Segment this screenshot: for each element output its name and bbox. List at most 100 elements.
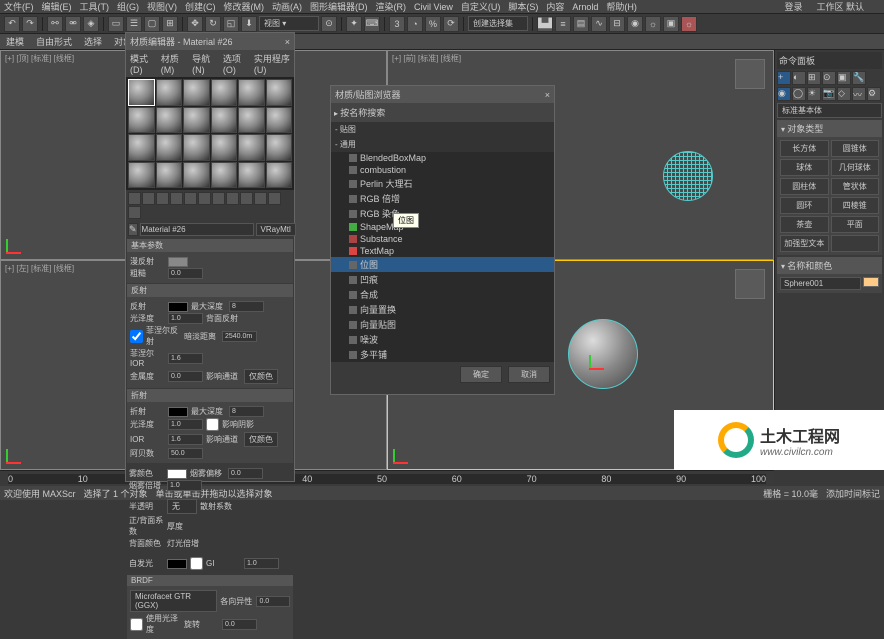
metal-spinner[interactable]: 0.0 [168,371,203,382]
viewcube-icon[interactable] [735,269,765,299]
self-illum-swatch[interactable] [167,559,187,569]
cylinder-button[interactable]: 圆柱体 [780,178,829,195]
aniso-spinner[interactable]: 0.0 [256,596,290,607]
cameras-icon[interactable]: 📷 [822,87,836,101]
map-item[interactable]: 向量置换 [331,302,554,317]
material-slot[interactable] [183,162,210,189]
material-slot[interactable] [238,134,265,161]
plane-button[interactable]: 平面 [831,216,880,233]
get-material-icon[interactable] [128,192,141,205]
dim-spinner[interactable]: 2540.0m [222,331,257,342]
rollup-refract-header[interactable]: 折射 [127,389,293,402]
r-max-depth-spinner[interactable]: 8 [229,406,264,417]
rotate-icon[interactable]: ↻ [205,16,221,32]
mat-menu-nav[interactable]: 导航(N) [192,52,215,75]
pivot-icon[interactable]: ⊙ [321,16,337,32]
material-slot[interactable] [128,162,155,189]
tube-button[interactable]: 管状体 [831,178,880,195]
menu-script[interactable]: 脚本(S) [508,0,538,13]
mirror-icon[interactable]: ▙▟ [537,16,553,32]
refract-swatch[interactable] [168,407,188,417]
menu-civil[interactable]: Civil View [414,2,453,12]
hierarchy-tab-icon[interactable]: ⊞ [807,71,821,85]
modify-tab-icon[interactable]: ◐ [792,71,806,85]
menu-render[interactable]: 渲染(R) [376,0,407,13]
angle-snap-icon[interactable]: ◔ [407,16,423,32]
render-frame-icon[interactable]: ▣ [663,16,679,32]
material-slot[interactable] [238,162,265,189]
display-tab-icon[interactable]: ▣ [837,71,851,85]
named-sel-dropdown[interactable]: 创建选择集 [468,16,528,31]
object-name-input[interactable] [780,277,861,290]
select-icon[interactable]: ▭ [108,16,124,32]
fog-swatch[interactable] [167,469,187,479]
material-slot[interactable] [156,162,183,189]
material-slot[interactable] [266,162,293,189]
helpers-icon[interactable]: ◇ [837,87,851,101]
ribbon-tab-select[interactable]: 选择 [84,35,102,48]
menu-animation[interactable]: 动画(A) [272,0,302,13]
material-slot[interactable] [156,134,183,161]
max-depth-spinner[interactable]: 8 [229,301,264,312]
map-item[interactable]: 合成 [331,287,554,302]
shapes-icon[interactable]: ◯ [792,87,806,101]
show-result-icon[interactable] [254,192,267,205]
map-list[interactable]: - 贴图 - 通用 BlendedBoxMap combustion Perli… [331,122,554,362]
place-icon[interactable]: ⬇ [241,16,257,32]
geometry-icon[interactable]: ◉ [777,87,791,101]
go-parent-icon[interactable] [268,192,281,205]
viewcube-icon[interactable] [735,59,765,89]
material-slot[interactable] [183,107,210,134]
scale-icon[interactable]: ◱ [223,16,239,32]
utilities-tab-icon[interactable]: 🔧 [852,71,866,85]
material-slot[interactable] [128,107,155,134]
link-icon[interactable]: ⚯ [47,16,63,32]
unlink-icon[interactable]: ⚮ [65,16,81,32]
map-item[interactable]: ShapeMap [331,221,554,233]
rollup-object-type-header[interactable]: ▾ 对象类型 [777,120,882,137]
motion-tab-icon[interactable]: ⊙ [822,71,836,85]
material-editor-titlebar[interactable]: 材质编辑器 - Material #26 × [126,33,294,50]
make-copy-icon[interactable] [184,192,197,205]
map-item-bitmap[interactable]: 位图 [331,257,554,272]
material-slot[interactable] [266,107,293,134]
material-slot[interactable] [238,107,265,134]
sphere-wireframe[interactable] [663,151,713,201]
map-item[interactable]: 向量贴图 [331,317,554,332]
select-rect-icon[interactable]: ▢ [144,16,160,32]
curve-editor-icon[interactable]: ∿ [591,16,607,32]
manipulate-icon[interactable]: ✦ [346,16,362,32]
torus-button[interactable]: 圆环 [780,197,829,214]
roughness-spinner[interactable]: 0.0 [168,268,203,279]
spacewarps-icon[interactable]: 〰 [852,87,866,101]
map-item[interactable]: combustion [331,164,554,176]
material-slot[interactable] [211,107,238,134]
map-search-label[interactable]: 按名称搜索 [340,108,385,118]
rotation-spinner[interactable]: 0.0 [222,619,257,630]
time-track[interactable]: 0102030405060708090100 [8,474,766,484]
material-slot[interactable] [266,79,293,106]
ref-coord-dropdown[interactable]: 视图 ▾ [259,16,319,31]
put-material-icon[interactable] [142,192,155,205]
timeline[interactable]: 0102030405060708090100 [0,470,774,486]
close-icon[interactable]: × [285,37,290,47]
material-slot[interactable] [211,162,238,189]
mat-menu-util[interactable]: 实用程序(U) [254,52,290,75]
material-slot[interactable] [183,79,210,106]
ribbon-tab-freeform[interactable]: 自由形式 [36,35,72,48]
material-slot[interactable] [128,79,155,106]
align-icon[interactable]: ≡ [555,16,571,32]
cone-button[interactable]: 圆锥体 [831,140,880,157]
gi-checkbox[interactable] [190,557,203,570]
menu-content[interactable]: 内容 [546,0,564,13]
gi-spinner[interactable]: 1.0 [244,558,279,569]
material-name-input[interactable] [140,223,254,236]
affect-dropdown[interactable]: 仅颜色 [244,369,278,384]
pick-material-icon[interactable]: ✎ [128,223,138,236]
fog-mult-spinner[interactable]: 1.0 [167,480,202,491]
rollup-reflect-header[interactable]: 反射 [127,284,293,297]
schematic-icon[interactable]: ⊟ [609,16,625,32]
mat-menu-material[interactable]: 材质(M) [161,52,184,75]
undo-icon[interactable]: ↶ [4,16,20,32]
menu-create[interactable]: 创建(C) [185,0,216,13]
